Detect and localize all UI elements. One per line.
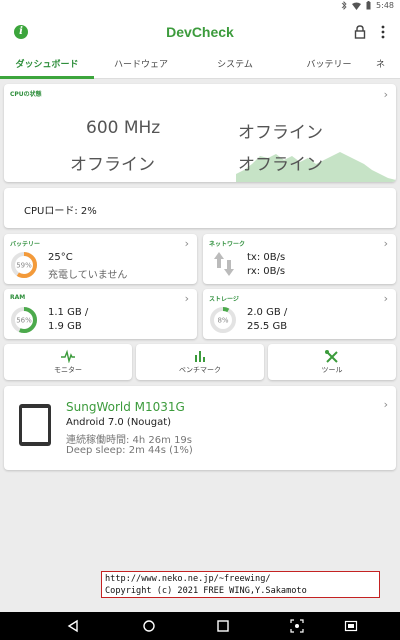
battery-status: 充電していません bbox=[48, 270, 128, 281]
lock-icon[interactable] bbox=[354, 25, 366, 39]
benchmark-button[interactable]: ベンチマーク bbox=[136, 344, 264, 380]
storage-card[interactable]: ストレージ › 8% 2.0 GB / 25.5 GB bbox=[203, 289, 396, 339]
device-deep-sleep: Deep sleep: 2m 44s (1%) bbox=[66, 445, 193, 456]
tools-button[interactable]: ツール bbox=[268, 344, 396, 380]
benchmark-label: ベンチマーク bbox=[179, 366, 221, 374]
storage-gauge-text: 8% bbox=[217, 317, 228, 325]
ram-gauge-text: 56% bbox=[16, 317, 32, 325]
cpu-core-1-freq: オフライン bbox=[238, 123, 323, 143]
battery-temp: 25°C bbox=[48, 252, 73, 263]
screen-record-icon[interactable] bbox=[344, 619, 358, 633]
ram-used: 1.1 GB / bbox=[48, 307, 89, 318]
tab-dashboard[interactable]: ダッシュボード bbox=[0, 51, 94, 79]
bar-chart-icon bbox=[195, 351, 205, 362]
tab-bar: ダッシュボード ハードウェア システム バッテリー ネ bbox=[0, 51, 400, 79]
tools-icon bbox=[325, 350, 338, 363]
app-title: DevCheck bbox=[166, 24, 234, 40]
recents-icon[interactable] bbox=[216, 619, 230, 633]
cpu-load-card[interactable]: CPUロード: 2% bbox=[4, 188, 396, 228]
chevron-right-icon: › bbox=[383, 292, 388, 305]
more-vert-icon[interactable] bbox=[380, 25, 386, 39]
cpu-status-card[interactable]: CPUの状態 › 600 MHz オフライン オフライン オフライン bbox=[4, 84, 396, 182]
chevron-right-icon: › bbox=[383, 88, 388, 101]
battery-gauge: 59% bbox=[11, 252, 37, 278]
screenshot-icon[interactable] bbox=[290, 619, 304, 633]
tab-system[interactable]: システム bbox=[188, 51, 282, 79]
chevron-right-icon: › bbox=[383, 398, 388, 411]
transfer-arrows-icon bbox=[214, 252, 234, 276]
tab-hardware[interactable]: ハードウェア bbox=[94, 51, 188, 79]
chevron-right-icon: › bbox=[184, 292, 189, 305]
network-card[interactable]: ネットワーク › tx: 0B/s rx: 0B/s bbox=[203, 234, 396, 284]
storage-total: 25.5 GB bbox=[247, 321, 288, 332]
back-icon[interactable] bbox=[66, 619, 80, 633]
status-time: 5:48 bbox=[376, 1, 394, 10]
cpu-core-0-freq: 600 MHz bbox=[86, 118, 161, 138]
cpu-core-2-freq: オフライン bbox=[70, 155, 155, 175]
network-label: ネットワーク bbox=[209, 241, 246, 248]
battery-label: バッテリー bbox=[10, 241, 41, 248]
ram-total: 1.9 GB bbox=[48, 321, 82, 332]
device-os: Android 7.0 (Nougat) bbox=[66, 417, 172, 428]
network-rx: rx: 0B/s bbox=[247, 266, 286, 277]
storage-gauge: 8% bbox=[210, 307, 236, 333]
navigation-bar bbox=[0, 612, 400, 640]
battery-card[interactable]: バッテリー › 59% 25°C 充電していません bbox=[4, 234, 197, 284]
copyright-banner: http://www.neko.ne.jp/~freewing/ Copyrig… bbox=[101, 571, 380, 598]
tab-network[interactable]: ネ bbox=[376, 51, 400, 79]
storage-label: ストレージ bbox=[209, 296, 239, 303]
home-icon[interactable] bbox=[142, 619, 156, 633]
tab-indicator bbox=[0, 76, 94, 79]
cpu-status-label: CPUの状態 bbox=[10, 91, 42, 98]
storage-used: 2.0 GB / bbox=[247, 307, 288, 318]
device-uptime: 連続稼働時間: 4h 26m 19s bbox=[66, 435, 193, 446]
monitor-button[interactable]: モニター bbox=[4, 344, 132, 380]
ram-gauge: 56% bbox=[11, 307, 37, 333]
chevron-right-icon: › bbox=[383, 237, 388, 250]
wifi-icon bbox=[352, 2, 362, 10]
pulse-icon bbox=[61, 349, 75, 363]
cpu-load-text: CPUロード: 2% bbox=[24, 206, 97, 217]
cpu-core-3-freq: オフライン bbox=[238, 155, 323, 175]
bluetooth-icon bbox=[341, 1, 347, 10]
tab-battery[interactable]: バッテリー bbox=[282, 51, 376, 79]
network-tx: tx: 0B/s bbox=[247, 252, 286, 263]
chevron-right-icon: › bbox=[184, 237, 189, 250]
ram-card[interactable]: RAM › 56% 1.1 GB / 1.9 GB bbox=[4, 289, 197, 339]
copyright-text: Copyright (c) 2021 FREE WING,Y.Sakamoto bbox=[105, 586, 307, 596]
app-bar: i DevCheck bbox=[0, 13, 400, 51]
copyright-url: http://www.neko.ne.jp/~freewing/ bbox=[105, 574, 271, 584]
battery-icon bbox=[366, 1, 371, 10]
tablet-icon bbox=[19, 404, 51, 446]
ram-label: RAM bbox=[10, 294, 26, 301]
monitor-label: モニター bbox=[54, 366, 82, 374]
device-card[interactable]: › SungWorld M1031G Android 7.0 (Nougat) … bbox=[4, 386, 396, 470]
battery-gauge-text: 59% bbox=[16, 262, 32, 270]
status-bar: 5:48 bbox=[0, 0, 400, 13]
device-name: SungWorld M1031G bbox=[66, 400, 185, 414]
tools-label: ツール bbox=[321, 366, 343, 374]
